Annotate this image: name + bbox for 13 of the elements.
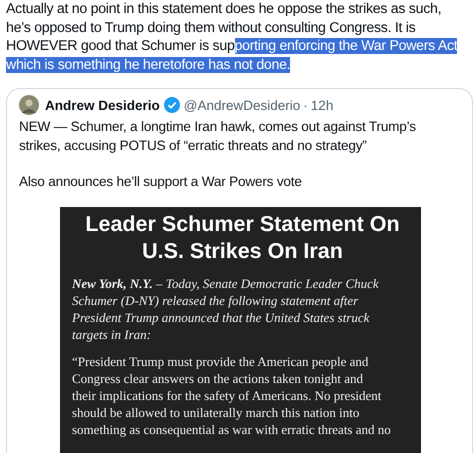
author-name[interactable]: Andrew Desiderio — [45, 98, 160, 112]
statement-image[interactable] — [60, 206, 421, 453]
quoted-post-card[interactable] — [6, 88, 473, 453]
quoted-post-text: Also announces he’ll support a War Powers vote — [19, 173, 303, 191]
quoted-post-text: NEW — Schumer, a longtime Iran hawk, comes out against Trump’s strikes, accusing POTUS of “erratic threats and no strategy” — [19, 118, 417, 155]
author-handle[interactable]: @AndrewDesiderio — [184, 98, 300, 112]
statement-title: Leader Schumer Statement On U.S. Strikes On Iran — [84, 210, 401, 264]
avatar-icon[interactable] — [19, 95, 39, 115]
post-time[interactable]: 12h — [310, 98, 334, 112]
separator-dot: · — [303, 98, 308, 112]
statement-paragraph: New York, N.Y. – Today, Senate Democratic Leader Chuck Schumer (D-NY) released the following statement after President Trump announced that the United States struck targets in Iran: — [72, 274, 380, 342]
statement-paragraph: “President Trump must provide the American people and Congress clear answers on the actions taken tonight and their implications for the safety of Americans. No president should be allowed to unilaterally march this nation into something as consequential as war with erratic threats and no — [72, 352, 392, 438]
post-text: Actually at no point in this statement does he oppose the strikes as such, he’s opposed to Trump doing them without consulting Congress. It is HOWEVER good that Schumer is supporting enforcing the War Powers Act which is something he heretofore has not done. — [6, 0, 458, 74]
